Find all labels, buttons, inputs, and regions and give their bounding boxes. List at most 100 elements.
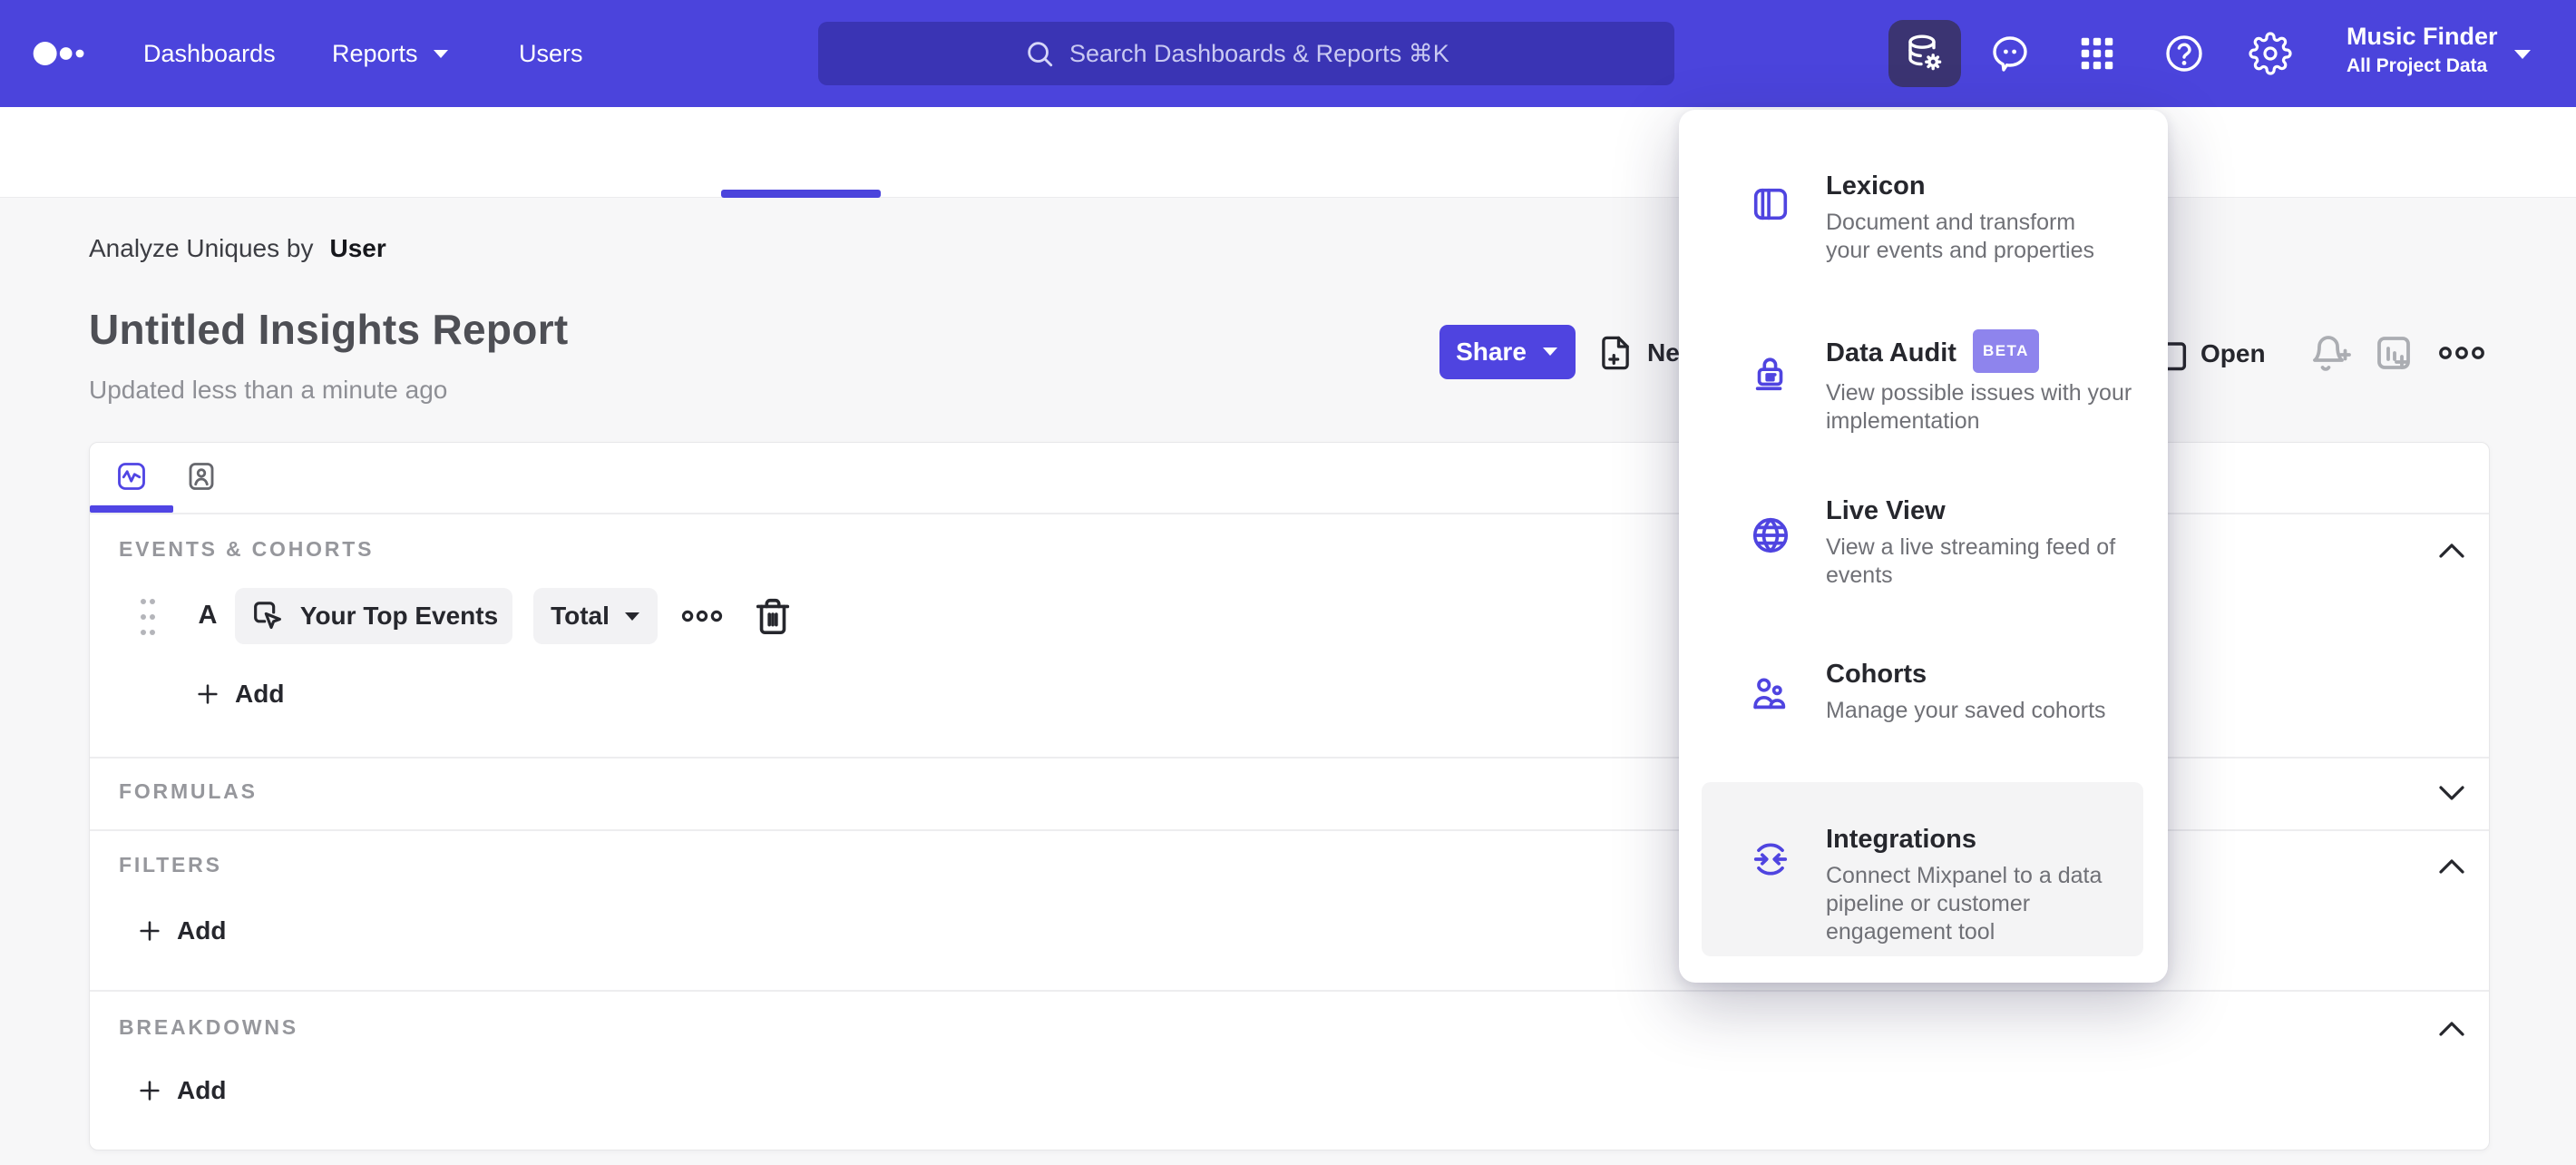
- event-select-button[interactable]: Your Top Events: [235, 588, 512, 644]
- share-button-label: Share: [1456, 338, 1527, 366]
- caret-down-icon: [1542, 348, 1557, 356]
- overflow-icon: [681, 610, 723, 622]
- section-formulas-expand-button[interactable]: [2437, 784, 2466, 802]
- overflow-icon: [2439, 347, 2484, 359]
- section-breakdowns-label: BREAKDOWNS: [119, 1015, 298, 1039]
- help-button[interactable]: [2159, 28, 2210, 79]
- data-management-icon: [1908, 34, 1942, 71]
- menu-item-title: Lexicon: [1826, 171, 1926, 201]
- line-chart-tab-icon: [118, 463, 145, 490]
- add-breakdown-button[interactable]: Add: [137, 1076, 226, 1105]
- nav-reports[interactable]: Reports: [332, 0, 451, 107]
- trash-icon: [756, 598, 790, 635]
- section-filters-collapse-button[interactable]: [2437, 857, 2466, 876]
- add-filter-button[interactable]: Add: [137, 916, 226, 945]
- menu-item-live-view[interactable]: Live View View a live streaming feed of …: [1826, 493, 2168, 590]
- section-formulas-label: FORMULAS: [119, 779, 258, 803]
- section-events-collapse-button[interactable]: [2437, 542, 2466, 560]
- updated-timestamp: Updated less than a minute ago: [89, 376, 448, 404]
- delete-event-row-button[interactable]: [752, 595, 794, 637]
- search-input[interactable]: [1069, 39, 1469, 68]
- metrics-view-tab[interactable]: [115, 460, 148, 493]
- drag-handle-icon: [141, 599, 155, 635]
- breadcrumb-prefix: Analyze Uniques by: [89, 234, 314, 262]
- share-button[interactable]: Share: [1439, 325, 1576, 379]
- integrations-icon: [1750, 838, 1791, 880]
- page-title[interactable]: Untitled Insights Report: [89, 305, 569, 354]
- settings-button[interactable]: [2245, 28, 2296, 79]
- search-icon: [1028, 42, 1053, 67]
- live-view-icon: [1750, 514, 1791, 556]
- event-row-letter: A: [198, 601, 218, 630]
- menu-item-title: Integrations: [1826, 825, 1976, 854]
- data-management-button[interactable]: [1888, 20, 1961, 87]
- project-selector[interactable]: Music Finder All Project Data: [2347, 20, 2498, 80]
- apps-grid-button[interactable]: [2072, 28, 2122, 79]
- feedback-button[interactable]: [1985, 28, 2035, 79]
- section-events-cohorts-label: EVENTS & COHORTS: [119, 537, 375, 561]
- event-picker-icon: [253, 602, 281, 630]
- chevron-up-icon: [2439, 1022, 2464, 1036]
- profiles-tab-icon: [189, 463, 214, 490]
- global-search[interactable]: [818, 22, 1674, 85]
- menu-item-integrations[interactable]: Integrations Connect Mixpanel to a data …: [1826, 821, 2130, 946]
- open-report-label: Open: [2200, 339, 2266, 367]
- add-alert-button[interactable]: [2308, 332, 2351, 376]
- help-icon: [2166, 35, 2202, 72]
- caret-down-icon: [433, 49, 448, 58]
- metric-select-button[interactable]: Total: [533, 588, 658, 644]
- event-select-label: Your Top Events: [299, 602, 499, 630]
- add-to-board-button[interactable]: [2373, 332, 2416, 376]
- menu-item-desc: Document and transform your events and p…: [1826, 210, 2095, 263]
- menu-item-desc: View possible issues with your implement…: [1826, 380, 2132, 434]
- file-plus-icon: [1602, 336, 1629, 370]
- active-tab-underline: [721, 190, 881, 198]
- bell-plus-icon: [2313, 336, 2351, 371]
- chevron-up-icon: [2439, 859, 2464, 874]
- caret-down-icon: [624, 612, 639, 621]
- chevron-down-icon: [2439, 786, 2464, 800]
- mixpanel-logo-icon[interactable]: [33, 39, 85, 68]
- nav-dashboards-label: Dashboards: [143, 39, 276, 67]
- menu-item-title: Cohorts: [1826, 660, 1927, 689]
- divider: [90, 990, 2489, 992]
- profiles-view-tab[interactable]: [185, 460, 218, 493]
- project-caret-icon[interactable]: [2511, 47, 2534, 61]
- metric-select-label: Total: [551, 602, 610, 630]
- project-name: Music Finder: [2347, 23, 2498, 50]
- menu-item-title: Data Audit: [1826, 338, 1956, 367]
- menu-item-title: Live View: [1826, 496, 1946, 525]
- section-filters-label: FILTERS: [119, 853, 222, 876]
- row-drag-handle[interactable]: [137, 595, 159, 639]
- plus-icon: [140, 1081, 160, 1101]
- settings-gear-icon: [2249, 32, 2292, 75]
- menu-item-cohorts[interactable]: Cohorts Manage your saved cohorts: [1826, 656, 2106, 725]
- section-breakdowns-collapse-button[interactable]: [2437, 1020, 2466, 1038]
- plus-icon: [198, 684, 218, 704]
- breadcrumb: Analyze Uniques by User: [89, 234, 386, 263]
- menu-item-desc: View a live streaming feed of events: [1826, 534, 2116, 588]
- add-event-button[interactable]: Add: [195, 680, 284, 709]
- breadcrumb-value[interactable]: User: [329, 234, 385, 263]
- lexicon-icon: [1750, 183, 1791, 225]
- nav-users-label: Users: [519, 39, 583, 67]
- menu-item-desc: Manage your saved cohorts: [1826, 698, 2106, 723]
- nav-dashboards[interactable]: Dashboards: [143, 0, 276, 107]
- nav-users[interactable]: Users: [519, 0, 583, 107]
- add-event-label: Add: [235, 680, 285, 708]
- project-scope: All Project Data: [2347, 55, 2488, 76]
- beta-badge: BETA: [1972, 329, 2039, 373]
- menu-item-lexicon[interactable]: Lexicon Document and transform your even…: [1826, 168, 2125, 265]
- event-row-overflow-menu[interactable]: [681, 605, 723, 627]
- report-tabbar: [0, 107, 2576, 198]
- menu-item-data-audit[interactable]: Data Audit BETA View possible issues wit…: [1826, 329, 2168, 436]
- add-filter-label: Add: [177, 916, 227, 945]
- add-to-board-icon: [2377, 337, 2410, 369]
- menu-item-desc: Connect Mixpanel to a data pipeline or c…: [1826, 863, 2103, 945]
- apps-grid-icon: [2081, 37, 2113, 70]
- active-card-tab-underline: [90, 505, 173, 513]
- report-overflow-menu[interactable]: [2438, 341, 2485, 365]
- nav-reports-label: Reports: [332, 39, 418, 67]
- chevron-up-icon: [2439, 543, 2464, 558]
- plus-icon: [140, 921, 160, 941]
